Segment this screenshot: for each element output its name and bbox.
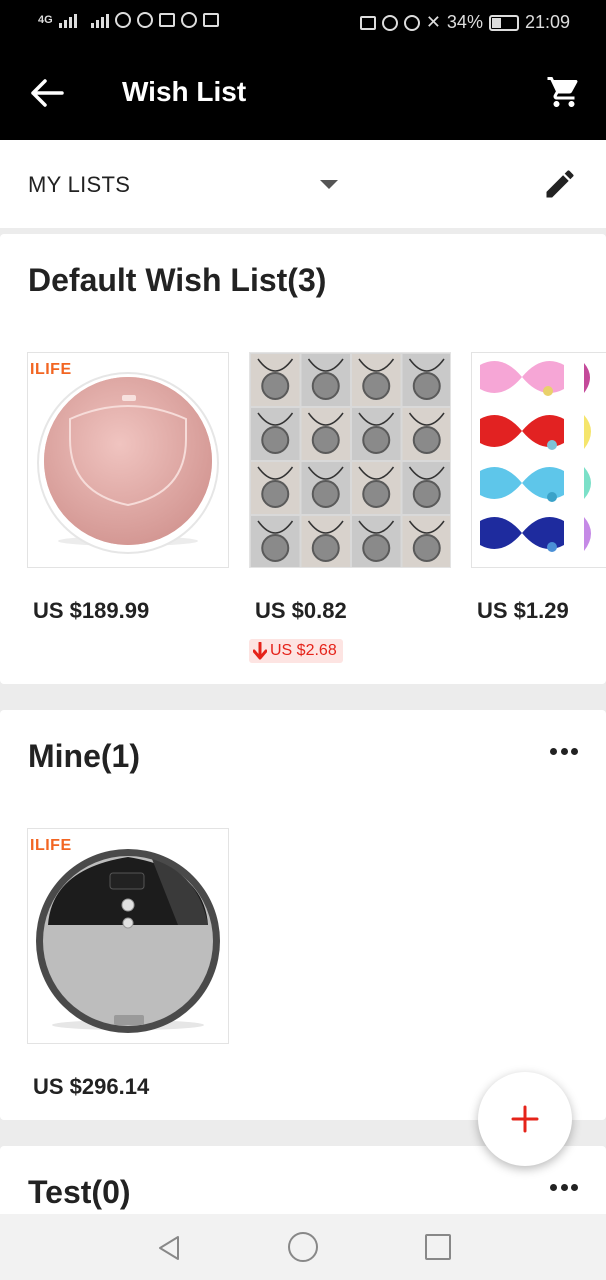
product-item[interactable]: US $0.82 US $2.68 bbox=[249, 352, 451, 663]
product-price: US $296.14 bbox=[33, 1074, 150, 1099]
hotspot-icon bbox=[114, 12, 131, 28]
product-item[interactable]: ILIFE US $296.14 bbox=[27, 828, 229, 1099]
status-left-icons: 4G bbox=[38, 12, 219, 28]
mute-icon: ✕ bbox=[425, 12, 441, 32]
arrow-down-icon bbox=[253, 642, 267, 660]
list-title: Default Wish List(3) bbox=[28, 262, 327, 298]
wish-list-card-default[interactable]: Default Wish List(3) ILIFE US $189.99 US… bbox=[0, 234, 606, 684]
mail-icon bbox=[158, 13, 175, 27]
product-image[interactable]: ILIFE bbox=[27, 828, 229, 1044]
plus-icon bbox=[511, 1105, 539, 1133]
wish-list-card-mine[interactable]: Mine(1) ILIFE US $296.14 bbox=[0, 710, 606, 1120]
system-nav-bar bbox=[0, 1214, 606, 1280]
app-bar: Wish List bbox=[0, 46, 606, 140]
alarm-icon bbox=[403, 14, 420, 31]
gallery-icon bbox=[202, 13, 219, 27]
add-list-button[interactable] bbox=[478, 1072, 572, 1166]
my-lists-label[interactable]: MY LISTS bbox=[28, 172, 130, 198]
cast-icon bbox=[359, 15, 376, 30]
nav-back-icon[interactable] bbox=[156, 1234, 182, 1262]
page-title: Wish List bbox=[122, 76, 247, 107]
product-image[interactable] bbox=[249, 352, 451, 568]
brand-logo: ILIFE bbox=[30, 837, 72, 854]
pet-bow-collars-image bbox=[472, 353, 606, 567]
price-drop-value: US $2.68 bbox=[270, 642, 337, 659]
status-right-icons: ✕ 34% 21:09 bbox=[359, 12, 570, 33]
product-price: US $189.99 bbox=[33, 598, 150, 623]
brand-logo: ILIFE bbox=[30, 361, 72, 378]
product-image[interactable]: ILIFE bbox=[27, 352, 229, 568]
list-title: Mine(1) bbox=[28, 738, 140, 774]
product-image[interactable] bbox=[471, 352, 606, 568]
more-options-icon[interactable] bbox=[550, 748, 578, 756]
chrome-icon bbox=[180, 12, 197, 28]
product-item[interactable]: US $1.29 bbox=[471, 352, 606, 623]
cart-icon[interactable] bbox=[546, 74, 582, 110]
clock: 21:09 bbox=[524, 12, 570, 32]
robot-vacuum-pink-image bbox=[37, 372, 219, 554]
my-lists-bar[interactable]: MY LISTS bbox=[0, 140, 606, 228]
product-item[interactable]: ILIFE US $189.99 bbox=[27, 352, 229, 623]
caret-down-icon[interactable] bbox=[320, 180, 338, 189]
more-options-icon[interactable] bbox=[550, 1184, 578, 1192]
battery-percent: 34% bbox=[446, 12, 483, 32]
signal-icon bbox=[58, 12, 77, 28]
eye-icon bbox=[381, 14, 398, 31]
pencil-icon[interactable] bbox=[542, 166, 578, 202]
status-bar: 4G ✕ 34% 21:09 bbox=[0, 0, 606, 46]
signal-icon-2 bbox=[90, 12, 109, 28]
price-drop-badge: US $2.68 bbox=[249, 639, 343, 663]
battery-icon bbox=[488, 14, 519, 31]
network-type: 4G bbox=[38, 14, 53, 26]
product-price: US $1.29 bbox=[477, 598, 569, 623]
nav-home-icon[interactable] bbox=[288, 1232, 318, 1262]
nav-recents-icon[interactable] bbox=[425, 1234, 451, 1260]
arrow-left-icon[interactable] bbox=[30, 78, 64, 108]
aperture-icon bbox=[136, 12, 153, 28]
list-title: Test(0) bbox=[28, 1174, 131, 1210]
robot-vacuum-silver-image bbox=[36, 849, 220, 1033]
product-price: US $0.82 bbox=[255, 598, 347, 623]
pendant-grid-image bbox=[251, 354, 450, 567]
